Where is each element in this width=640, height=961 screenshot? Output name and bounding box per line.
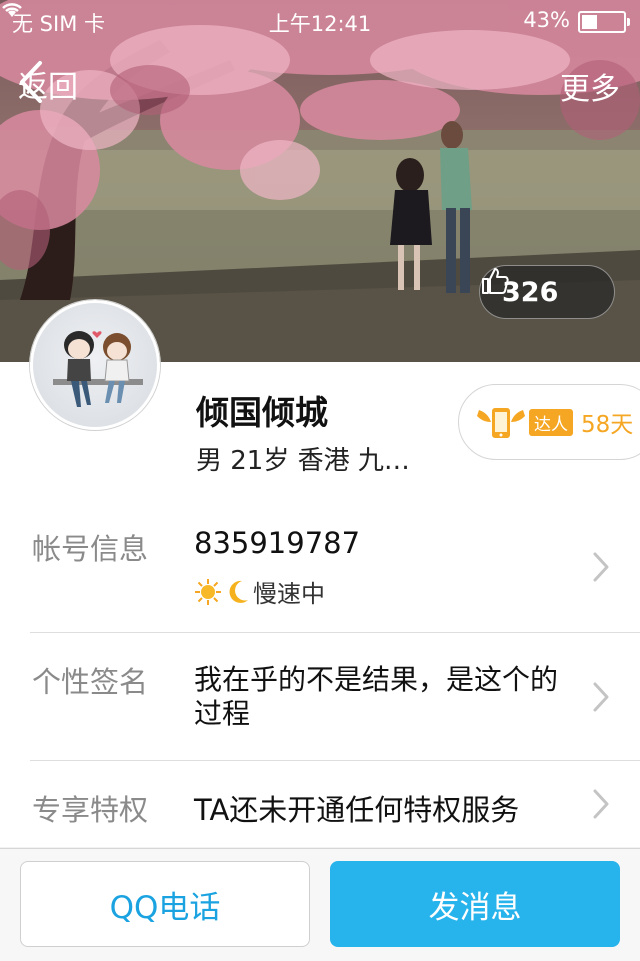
- signature-text: 我在乎的不是结果，是这个的过程: [194, 663, 559, 730]
- bottom-action-bar: QQ电话 发消息: [0, 848, 640, 961]
- winged-phone-icon: [477, 408, 525, 438]
- chevron-right-icon: [593, 682, 609, 712]
- basic-info: 男 21岁 香港 九…: [196, 446, 410, 476]
- privilege-row[interactable]: 专享特权 TA还未开通任何特权服务: [0, 761, 640, 847]
- privilege-text: TA还未开通任何特权服务: [194, 793, 520, 827]
- chevron-right-icon: [593, 789, 609, 819]
- badge-days: 58天: [581, 412, 634, 438]
- moon-icon: [229, 580, 248, 603]
- back-button[interactable]: 返回: [18, 60, 78, 108]
- qq-number: 835919787: [194, 526, 361, 560]
- expert-badge[interactable]: 达人 58天: [458, 384, 640, 460]
- qq-call-button[interactable]: QQ电话: [20, 861, 310, 947]
- avatar[interactable]: [30, 300, 160, 430]
- battery-percent: 43%: [523, 8, 570, 32]
- status-bar: 无 SIM 卡 上午12:41 43%: [0, 0, 640, 40]
- more-button[interactable]: 更多: [560, 64, 620, 108]
- account-info-row[interactable]: 帐号信息 835919787 慢速中: [0, 500, 640, 633]
- avatar-image: [53, 331, 143, 407]
- level-status: 慢速中: [194, 574, 325, 609]
- like-button[interactable]: 326: [479, 265, 615, 319]
- badge-label: 达人: [529, 408, 573, 436]
- account-info-label: 帐号信息: [32, 532, 149, 566]
- thumbs-up-icon: [482, 268, 509, 294]
- signature-label: 个性签名: [32, 665, 149, 699]
- send-message-button[interactable]: 发消息: [330, 861, 620, 947]
- privilege-label: 专享特权: [32, 793, 149, 827]
- battery-icon: [578, 11, 630, 33]
- info-list: 帐号信息 835919787 慢速中 个性签名 我在乎的不是结果，是这个的过程 …: [0, 500, 640, 847]
- nickname: 倾国倾城: [196, 393, 328, 432]
- like-count: 326: [502, 276, 559, 308]
- chevron-left-icon: [20, 61, 42, 103]
- speed-status: 慢速中: [253, 580, 325, 608]
- signature-row[interactable]: 个性签名 我在乎的不是结果，是这个的过程: [0, 633, 640, 761]
- chevron-right-icon: [593, 552, 609, 581]
- sun-icon: [195, 578, 221, 605]
